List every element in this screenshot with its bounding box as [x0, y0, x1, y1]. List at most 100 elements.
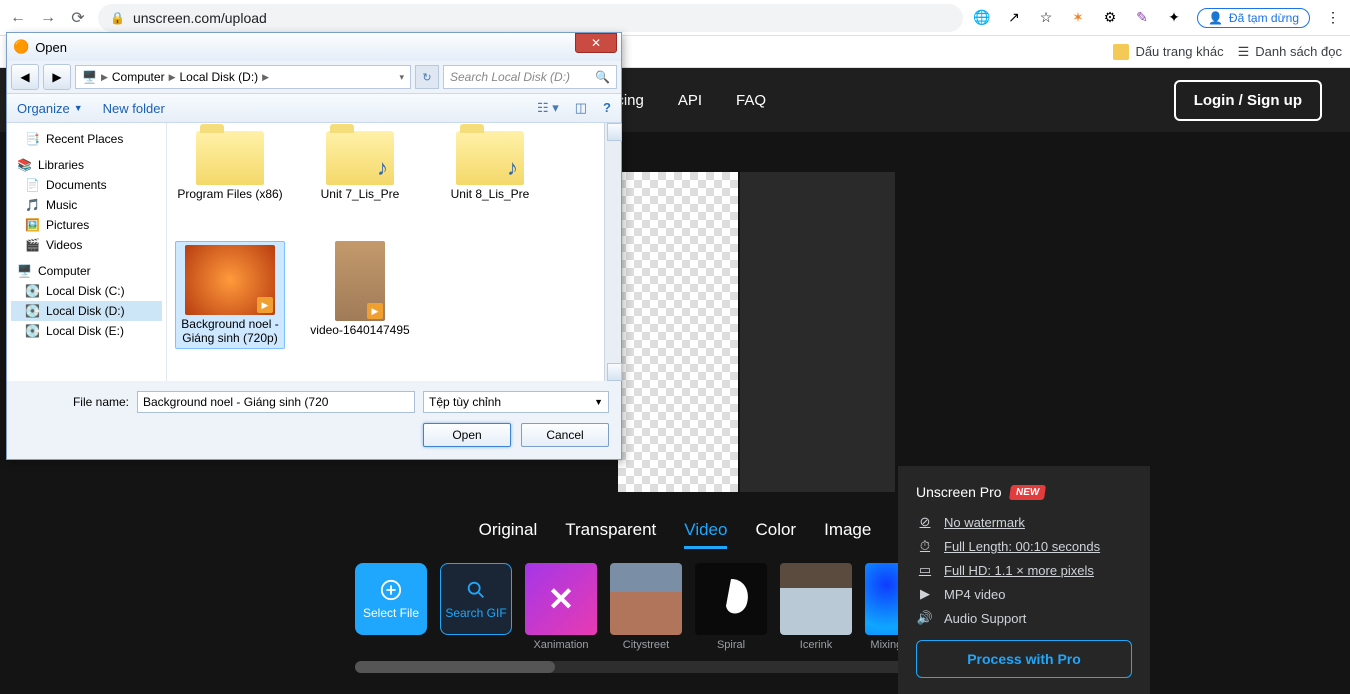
help-button[interactable]: ? — [603, 100, 611, 116]
refresh-button[interactable]: ↻ — [415, 65, 439, 89]
browser-toolbar: ← → ⟳ 🔒 unscreen.com/upload 🌐 ↗ ☆ ✶ ⚙ ✎ … — [0, 0, 1350, 36]
menu-icon[interactable]: ⋮ — [1324, 9, 1342, 27]
tab-original[interactable]: Original — [479, 520, 538, 549]
preview-pane-button[interactable]: ◫ — [575, 100, 587, 116]
new-badge: NEW — [1009, 485, 1046, 500]
side-drive-d[interactable]: 💽Local Disk (D:) — [11, 301, 162, 321]
tab-image[interactable]: Image — [824, 520, 871, 549]
select-file-button[interactable]: Select File — [355, 563, 427, 635]
preview-transparent — [618, 172, 738, 492]
share-icon[interactable]: ↗ — [1005, 9, 1023, 27]
gallery-item-spiral[interactable]: Spiral — [695, 563, 767, 651]
video-icon: ▶ — [916, 586, 934, 602]
side-drive-e[interactable]: 💽Local Disk (E:) — [11, 321, 162, 341]
close-button[interactable]: ✕ — [575, 33, 617, 53]
nav-back-button[interactable]: ◀ — [11, 64, 39, 90]
organize-menu[interactable]: Organize ▼ — [17, 101, 83, 116]
dialog-body: 📑Recent Places 📚Libraries 📄Documents 🎵Mu… — [7, 123, 621, 381]
pause-label: Đã tạm dừng — [1229, 11, 1299, 25]
new-folder-button[interactable]: New folder — [103, 101, 165, 116]
star-icon[interactable]: ☆ — [1037, 9, 1055, 27]
video-thumb: ▶ — [335, 241, 385, 321]
breadcrumb[interactable]: 🖥️ ▶ Computer ▶ Local Disk (D:) ▶ ▾ — [75, 65, 411, 89]
extensions-icon[interactable]: ✦ — [1165, 9, 1183, 27]
file-unit8[interactable]: Unit 8_Lis_Pre — [435, 131, 545, 201]
reload-button[interactable]: ⟳ — [68, 8, 88, 28]
side-recent[interactable]: 📑Recent Places — [11, 129, 162, 149]
tab-color[interactable]: Color — [755, 520, 796, 549]
view-options-button[interactable]: ☷ ▾ — [537, 100, 559, 116]
side-pictures[interactable]: 🖼️Pictures — [11, 215, 162, 235]
gallery-item-icerink[interactable]: Icerink — [780, 563, 852, 651]
side-music[interactable]: 🎵Music — [11, 195, 162, 215]
gallery-item-citystreet[interactable]: Citystreet — [610, 563, 682, 651]
url-text: unscreen.com/upload — [133, 10, 267, 26]
thumb-icerink — [780, 563, 852, 635]
folder-icon — [326, 131, 394, 185]
play-icon: ▶ — [257, 297, 273, 313]
other-bookmarks[interactable]: Dấu trang khác — [1113, 44, 1223, 60]
thumb-citystreet — [610, 563, 682, 635]
dialog-search-input[interactable]: Search Local Disk (D:) 🔍 — [443, 65, 617, 89]
pro-feature-audio: 🔊Audio Support — [916, 610, 1132, 626]
search-gif-label: Search GIF — [445, 606, 506, 620]
translate-icon[interactable]: 🌐 — [973, 9, 991, 27]
cancel-button[interactable]: Cancel — [521, 423, 609, 447]
lock-icon: 🔒 — [110, 11, 125, 25]
pro-feature-watermark[interactable]: ⊘No watermark — [916, 514, 1132, 530]
user-icon: 👤 — [1208, 11, 1223, 25]
pro-feature-length[interactable]: ⏱Full Length: 00:10 seconds — [916, 538, 1132, 554]
thumb-spiral — [695, 563, 767, 635]
process-pro-button[interactable]: Process with Pro — [916, 640, 1132, 678]
pro-feature-hd[interactable]: ▭Full HD: 1.1 × more pixels — [916, 562, 1132, 578]
nav-faq[interactable]: FAQ — [736, 92, 766, 109]
preview-dark — [740, 172, 895, 492]
pro-title: Unscreen Pro NEW — [916, 484, 1132, 500]
gallery-item-xanimation[interactable]: ✕ Xanimation — [525, 563, 597, 651]
video-thumb: ▶ — [185, 245, 275, 315]
ext-icon-3[interactable]: ✎ — [1133, 9, 1151, 27]
side-libraries-header[interactable]: 📚Libraries — [11, 155, 162, 175]
filename-input[interactable] — [137, 391, 415, 413]
app-icon: 🟠 — [13, 39, 29, 55]
search-icon — [465, 579, 487, 601]
file-program-files[interactable]: Program Files (x86) — [175, 131, 285, 201]
side-documents[interactable]: 📄Documents — [11, 175, 162, 195]
clock-icon: ⏱ — [916, 538, 934, 554]
search-icon: 🔍 — [595, 70, 610, 84]
ext-icon-1[interactable]: ✶ — [1069, 9, 1087, 27]
list-icon: ☰ — [1238, 44, 1250, 60]
nav-forward-button[interactable]: ▶ — [43, 64, 71, 90]
hd-icon: ▭ — [916, 562, 934, 578]
filename-label: File name: — [19, 395, 129, 409]
audio-icon: 🔊 — [916, 610, 934, 626]
reading-list[interactable]: ☰Danh sách đọc — [1238, 44, 1342, 60]
back-button[interactable]: ← — [8, 8, 28, 28]
side-drive-c[interactable]: 💽Local Disk (C:) — [11, 281, 162, 301]
ext-icon-2[interactable]: ⚙ — [1101, 9, 1119, 27]
address-bar[interactable]: 🔒 unscreen.com/upload — [98, 4, 963, 32]
folder-icon — [196, 131, 264, 185]
profile-paused-pill[interactable]: 👤 Đã tạm dừng — [1197, 8, 1310, 28]
file-background-noel[interactable]: ▶ Background noel - Giáng sinh (720p) — [175, 241, 285, 349]
tab-transparent[interactable]: Transparent — [565, 520, 656, 549]
bg-tabs: Original Transparent Video Color Image — [479, 520, 872, 549]
file-type-select[interactable]: Tệp tùy chỉnh▼ — [423, 391, 609, 413]
tab-video[interactable]: Video — [684, 520, 727, 549]
file-list-scrollbar[interactable] — [604, 123, 621, 381]
side-computer-header[interactable]: 🖥️Computer — [11, 261, 162, 281]
search-gif-button[interactable]: Search GIF — [440, 563, 512, 635]
file-video-164[interactable]: ▶ video-1640147495 — [305, 241, 415, 349]
nav-api[interactable]: API — [678, 92, 702, 109]
dialog-nav: ◀ ▶ 🖥️ ▶ Computer ▶ Local Disk (D:) ▶ ▾ … — [7, 61, 621, 93]
login-button[interactable]: Login / Sign up — [1174, 80, 1322, 121]
side-videos[interactable]: 🎬Videos — [11, 235, 162, 255]
pro-feature-mp4: ▶MP4 video — [916, 586, 1132, 602]
extension-tray: 🌐 ↗ ☆ ✶ ⚙ ✎ ✦ 👤 Đã tạm dừng ⋮ — [973, 8, 1342, 28]
plus-circle-icon — [380, 579, 402, 601]
forward-button[interactable]: → — [38, 8, 58, 28]
play-icon: ▶ — [367, 303, 383, 319]
file-unit7[interactable]: Unit 7_Lis_Pre — [305, 131, 415, 201]
dialog-titlebar[interactable]: 🟠 Open ✕ — [7, 33, 621, 61]
open-button[interactable]: Open — [423, 423, 511, 447]
